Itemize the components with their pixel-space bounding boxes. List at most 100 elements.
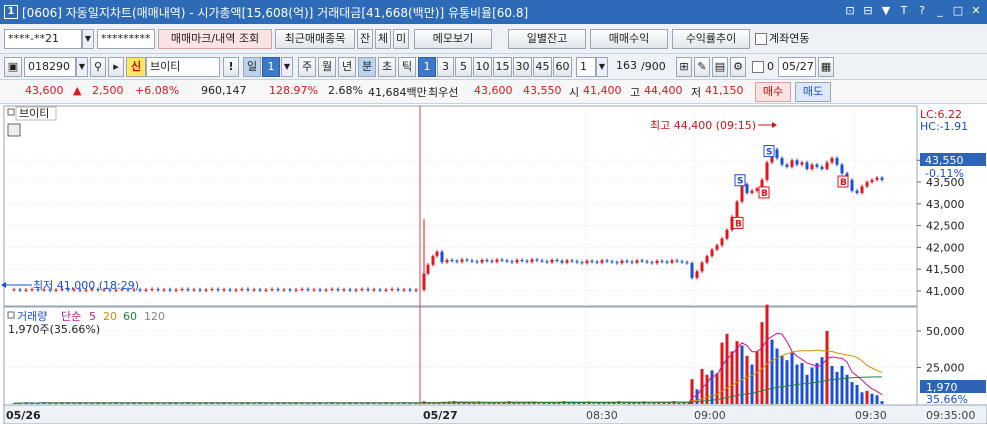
period-minute-tab[interactable]: 분 xyxy=(358,57,376,77)
settings-panel-icon[interactable]: ▣ xyxy=(4,57,22,77)
period-week-tab[interactable]: 주 xyxy=(298,57,316,77)
candle-body xyxy=(800,162,804,165)
account-link-checkbox[interactable] xyxy=(755,33,767,45)
warning-icon[interactable]: ! xyxy=(223,57,239,77)
volume-bar xyxy=(870,393,874,404)
link-window-icon[interactable]: ⊡ xyxy=(843,4,857,18)
interval-1-button[interactable]: 1 xyxy=(418,57,436,77)
unfilled-tab[interactable]: 미 xyxy=(393,29,409,49)
calendar-icon[interactable]: ▦ xyxy=(818,57,834,77)
date-filter-checkbox[interactable] xyxy=(752,61,764,73)
stock-code-field[interactable]: 018290 xyxy=(24,57,76,77)
menu-arrow-icon[interactable]: ▸ xyxy=(108,57,124,77)
memo-button[interactable]: 메모보기 xyxy=(414,29,492,49)
interval-60-button[interactable]: 60 xyxy=(553,57,572,77)
volume-bar xyxy=(770,339,774,404)
interval-5-button[interactable]: 5 xyxy=(455,57,472,77)
candle-body xyxy=(156,289,160,291)
volume-bar xyxy=(815,363,819,404)
change-percent: +6.08% xyxy=(135,84,180,97)
candle-body xyxy=(655,260,659,264)
candle-body xyxy=(610,261,614,263)
account-dropdown-icon[interactable]: ▼ xyxy=(82,29,94,49)
buy-mark-label: B xyxy=(735,219,742,229)
candle-body xyxy=(875,177,879,180)
sell-button[interactable]: 매도 xyxy=(795,82,831,102)
period-day-value[interactable]: 1 xyxy=(262,57,280,77)
font-size-icon[interactable]: T xyxy=(897,4,911,18)
candle-body xyxy=(560,260,564,263)
volume-bar xyxy=(880,401,884,404)
volume-bar xyxy=(835,371,839,404)
candle-body xyxy=(455,260,459,262)
bar-count-field[interactable]: 163 xyxy=(612,57,640,77)
high-price: 44,400 xyxy=(644,84,683,97)
return-trend-button[interactable]: 수익률추이 xyxy=(672,29,750,49)
volume-bar xyxy=(850,382,854,404)
gear-icon[interactable]: ⚙ xyxy=(730,57,746,77)
volume-bar xyxy=(690,379,694,404)
candle-body xyxy=(431,256,435,265)
count-dropdown-icon[interactable]: ▼ xyxy=(596,57,608,77)
period-second-tab[interactable]: 초 xyxy=(378,57,396,77)
candle-body xyxy=(795,160,799,165)
title-bar: 1 [0606] 자동일지차트(매매내역) - 시가총액[15,608(억)] … xyxy=(0,0,987,24)
period-dropdown-icon[interactable]: ▼ xyxy=(281,57,293,77)
interval-10-button[interactable]: 10 xyxy=(473,57,492,77)
stock-name-field[interactable]: 브이티 xyxy=(146,57,220,77)
candle-body xyxy=(324,289,328,291)
candle-body xyxy=(735,201,739,217)
period-tick-tab[interactable]: 틱 xyxy=(398,57,416,77)
fill-tab[interactable]: 체 xyxy=(375,29,391,49)
help-icon[interactable]: ? xyxy=(915,4,929,18)
interval-15-button[interactable]: 15 xyxy=(493,57,512,77)
period-year-tab[interactable]: 년 xyxy=(338,57,356,77)
restore-layout-icon[interactable]: ⊟ xyxy=(861,4,875,18)
draw-tool-icon[interactable]: ✎ xyxy=(694,57,710,77)
candle-body xyxy=(750,190,754,193)
period-day-tab[interactable]: 일 xyxy=(243,57,261,77)
interval-3-button[interactable]: 3 xyxy=(437,57,454,77)
buysell-mark-button[interactable]: 매매마크/내역 조회 xyxy=(158,29,272,49)
password-field[interactable]: ********* xyxy=(97,29,155,49)
candle-body xyxy=(690,263,694,278)
account-number-field[interactable]: ****-**21 xyxy=(4,29,82,49)
price-tick-label: 43,000 xyxy=(926,198,965,211)
candle-body xyxy=(396,289,400,291)
candle-body xyxy=(840,164,844,174)
save-icon[interactable]: ▤ xyxy=(712,57,728,77)
search-icon[interactable]: ⚲ xyxy=(90,57,106,77)
interval-30-button[interactable]: 30 xyxy=(513,57,532,77)
grid-toggle-icon[interactable] xyxy=(7,123,21,137)
candle-body xyxy=(168,289,172,291)
panel-menu-icon[interactable] xyxy=(7,108,15,116)
window-controls: ⊡ ⊟ ▼ T ? _ □ ✕ xyxy=(843,4,983,18)
quote-bar: 43,600 ▲ 2,500 +6.08% 960,147 128.97% 2.… xyxy=(0,80,987,104)
trade-profit-button[interactable]: 매매수익 xyxy=(590,29,668,49)
buy-button[interactable]: 매수 xyxy=(755,82,791,102)
menu-down-icon[interactable]: ▼ xyxy=(879,4,893,18)
chart-type-icon[interactable]: ⊞ xyxy=(676,57,692,77)
candle-body xyxy=(445,260,449,263)
code-dropdown-icon[interactable]: ▼ xyxy=(76,57,88,77)
minimize-icon[interactable]: _ xyxy=(933,4,947,18)
recent-trades-button[interactable]: 최근매매종목 xyxy=(275,29,355,49)
candle-body xyxy=(785,164,789,167)
chart-area[interactable]: 브이티 최고 44,400 (09:15) 최저 41,000 (18:29) … xyxy=(0,104,987,424)
maximize-icon[interactable]: □ xyxy=(951,4,965,18)
count-field[interactable]: 1 xyxy=(576,57,596,77)
candle-body xyxy=(555,260,559,262)
daily-balance-button[interactable]: 일별잔고 xyxy=(508,29,586,49)
close-icon[interactable]: ✕ xyxy=(969,4,983,18)
balance-tab[interactable]: 잔 xyxy=(357,29,373,49)
chart-svg[interactable]: 브이티 최고 44,400 (09:15) 최저 41,000 (18:29) … xyxy=(0,104,987,424)
date-field[interactable]: 05/27 xyxy=(778,57,816,77)
period-month-tab[interactable]: 월 xyxy=(318,57,336,77)
candle-body xyxy=(545,261,549,263)
volume-menu-icon[interactable] xyxy=(7,311,15,319)
candle-body xyxy=(460,259,464,262)
candle-body xyxy=(390,289,394,291)
interval-45-button[interactable]: 45 xyxy=(533,57,552,77)
date-filter-label: 0 xyxy=(767,60,774,73)
candle-body xyxy=(18,289,22,291)
